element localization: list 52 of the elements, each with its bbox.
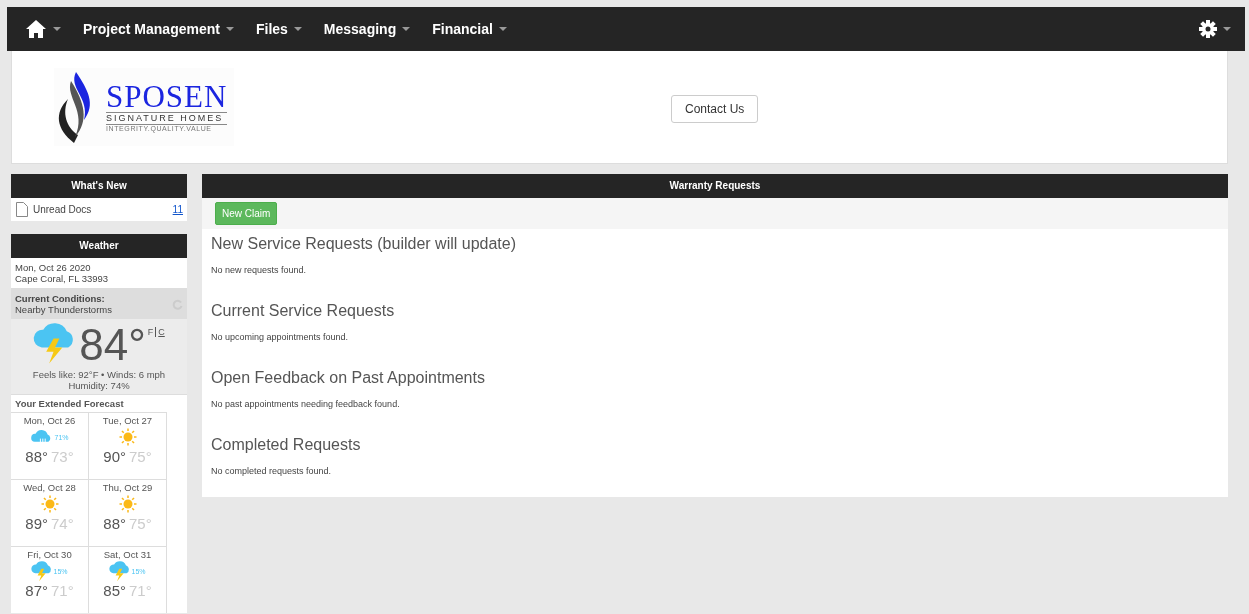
panel-title: What's New xyxy=(11,174,187,198)
count-link[interactable]: 11 xyxy=(172,204,183,215)
weather-date: Mon, Oct 26 2020 xyxy=(15,262,92,273)
panel-title: Weather xyxy=(11,234,187,258)
sun-icon xyxy=(39,494,60,514)
forecast-day: Mon, Oct 26 xyxy=(11,415,88,426)
nav-menu[interactable]: Financial xyxy=(432,21,507,37)
high-temperature: 88° xyxy=(25,448,48,465)
section-heading: New Service Requests (builder will update) xyxy=(211,235,518,253)
forecast-day: Fri, Oct 30 xyxy=(11,549,88,560)
settings-menu[interactable] xyxy=(1199,20,1231,38)
section-heading: Completed Requests xyxy=(211,436,362,454)
forecast-title: Your Extended Forecast xyxy=(11,394,187,412)
empty-message: No past appointments needing feedback found. xyxy=(211,399,401,409)
high-temperature: 88° xyxy=(103,515,126,532)
current-temperature: 84° xyxy=(79,321,146,369)
forecast-day: Wed, Oct 28 xyxy=(11,482,88,493)
home-icon xyxy=(25,19,47,39)
conditions-text: Nearby Thunderstorms xyxy=(15,304,112,315)
sun-icon xyxy=(117,494,138,514)
forecast-day: Sat, Oct 31 xyxy=(89,549,166,560)
high-temperature: 87° xyxy=(25,582,48,599)
section-heading: Current Service Requests xyxy=(211,302,396,320)
weather-location: Cape Coral, FL 33993 xyxy=(15,273,110,284)
storm-cloud-icon xyxy=(109,560,132,582)
unit-toggle[interactable]: F xyxy=(147,327,154,337)
weather-details: Feels like: 92°F • Winds: 6 mph xyxy=(31,369,167,380)
nav-menu[interactable]: Messaging xyxy=(323,21,411,37)
nav-menu[interactable]: Files xyxy=(255,21,302,37)
home-menu[interactable] xyxy=(25,19,61,39)
empty-message: No completed requests found. xyxy=(211,466,333,476)
storm-cloud-icon xyxy=(31,560,54,582)
section-heading: Open Feedback on Past Appointments xyxy=(211,369,486,387)
conditions-label: Current Conditions: xyxy=(15,293,106,304)
sun-icon xyxy=(117,427,138,447)
contact-button[interactable]: Contact Us xyxy=(671,95,759,123)
high-temperature: 85° xyxy=(103,582,126,599)
document-icon xyxy=(16,202,28,217)
logo-subtitle: SIGNATURE HOMES xyxy=(106,112,228,125)
nav-menu[interactable]: Project Management xyxy=(83,21,234,37)
empty-message: No upcoming appointments found. xyxy=(211,332,350,342)
settings-icon xyxy=(1199,20,1217,38)
panel-title: Warranty Requests xyxy=(202,174,1228,198)
high-temperature: 90° xyxy=(103,448,126,465)
forecast-day: Thu, Oct 29 xyxy=(89,482,166,493)
empty-message: No new requests found. xyxy=(211,265,308,275)
unit-toggle[interactable]: C xyxy=(155,327,165,337)
high-temperature: 89° xyxy=(25,515,48,532)
forecast-day: Tue, Oct 27 xyxy=(89,415,166,426)
item-label: Unread Docs xyxy=(33,204,92,215)
logo-name: SPOSEN xyxy=(106,82,228,112)
humidity-text: Humidity: 74% xyxy=(67,380,131,391)
